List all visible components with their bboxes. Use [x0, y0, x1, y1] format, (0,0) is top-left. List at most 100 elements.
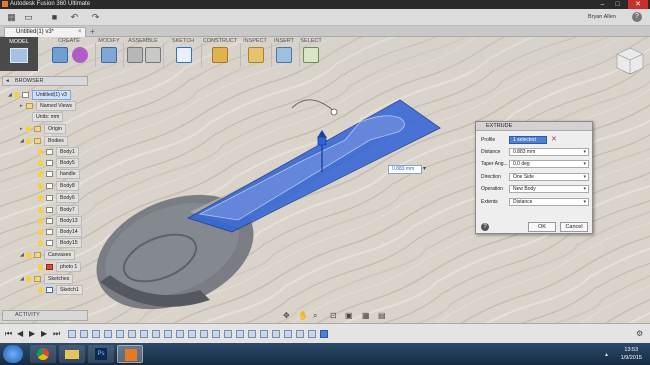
measure-icon[interactable] [248, 47, 264, 63]
tree-item-root[interactable]: ◢ Untitled(1) v3 [8, 90, 71, 100]
file-explorer-icon[interactable] [59, 345, 85, 363]
tree-item-body[interactable]: Body1 [38, 147, 79, 157]
taper-angle-field[interactable]: 0.0 deg ▾ [509, 160, 589, 168]
timeline-feature[interactable] [212, 330, 220, 338]
box-icon[interactable] [52, 47, 68, 63]
grid-menu-icon[interactable]: ▦ [6, 12, 17, 23]
toolbar-group-construct[interactable]: CONSTRUCT [202, 37, 238, 71]
new-component-icon[interactable] [127, 47, 143, 63]
start-button-icon[interactable] [3, 345, 23, 363]
new-tab-icon[interactable]: + [90, 27, 95, 36]
collapse-icon[interactable]: ◂ [6, 77, 9, 85]
display-settings-icon[interactable]: ▣ [345, 311, 353, 320]
extents-select[interactable]: Distance ▾ [509, 198, 589, 206]
lightbulb-icon[interactable] [38, 207, 43, 213]
press-pull-icon[interactable] [101, 47, 117, 63]
lightbulb-icon[interactable] [26, 252, 31, 258]
tree-item-photo[interactable]: photo 1 [38, 262, 82, 272]
grid-settings-icon[interactable]: ▦ [362, 311, 370, 320]
tree-item-named-views[interactable]: ▸ Named Views [20, 101, 76, 111]
timeline-feature[interactable] [236, 330, 244, 338]
tree-item-body[interactable]: Body5 [38, 158, 79, 168]
lightbulb-icon[interactable] [38, 183, 43, 189]
lightbulb-icon[interactable] [38, 160, 43, 166]
folder-open-icon[interactable]: ▭ [23, 12, 34, 23]
tree-item-body[interactable]: handle [38, 169, 80, 179]
cancel-button[interactable]: Cancel [560, 222, 588, 232]
tree-item-body[interactable]: Body14 [38, 227, 82, 237]
tree-item-origin[interactable]: ▸ Origin [20, 124, 66, 134]
tree-item-sketch1[interactable]: Sketch1 [38, 285, 83, 295]
tree-item-body[interactable]: Body7 [38, 205, 79, 215]
timeline-feature[interactable] [272, 330, 280, 338]
timeline-feature[interactable] [152, 330, 160, 338]
profile-selection-button[interactable]: 1 selected [509, 136, 547, 144]
dropdown-icon[interactable]: ▾ [583, 161, 586, 167]
help-icon[interactable]: ? [632, 12, 642, 22]
lightbulb-icon[interactable] [38, 218, 43, 224]
zoom-icon[interactable]: ⌕ [313, 311, 317, 321]
timeline-feature[interactable] [200, 330, 208, 338]
timeline-feature[interactable] [80, 330, 88, 338]
timeline-feature[interactable] [92, 330, 100, 338]
lightbulb-icon[interactable] [14, 92, 19, 98]
distance-input[interactable]: 0.883 mm [388, 165, 422, 174]
tab-close-icon[interactable]: × [78, 28, 82, 37]
ok-button[interactable]: OK [528, 222, 556, 232]
timeline-feature[interactable] [140, 330, 148, 338]
timeline-feature[interactable] [296, 330, 304, 338]
select-icon[interactable] [303, 47, 319, 63]
lightbulb-icon[interactable] [38, 229, 43, 235]
timeline-feature[interactable] [116, 330, 124, 338]
step-forward-icon[interactable]: ▶ [41, 329, 47, 338]
undo-icon[interactable]: ↶ [69, 12, 80, 23]
dropdown-icon[interactable]: ▾ [583, 199, 586, 205]
extrude-dialog-header[interactable]: EXTRUDE [476, 122, 592, 131]
lightbulb-icon[interactable] [38, 240, 43, 246]
sketch-icon[interactable] [176, 47, 192, 63]
timeline-feature[interactable] [104, 330, 112, 338]
timeline-feature-active[interactable] [320, 330, 328, 338]
toolbar-group-insert[interactable]: INSERT [270, 37, 298, 71]
tree-item-body[interactable]: Body8 [38, 181, 79, 191]
tree-item-body[interactable]: Body6 [38, 193, 79, 203]
tree-item-bodies[interactable]: ◢ Bodies [20, 136, 68, 146]
offset-plane-icon[interactable] [212, 47, 228, 63]
redo-icon[interactable]: ↷ [90, 12, 101, 23]
dropdown-icon[interactable]: ▾ [583, 149, 586, 155]
operation-select[interactable]: New Body ▾ [509, 185, 589, 193]
rewind-to-start-icon[interactable]: ⏮ [5, 329, 12, 339]
photoshop-icon[interactable]: Ps [88, 345, 114, 363]
toolbar-group-modify[interactable]: MODIFY [96, 37, 122, 71]
orbit-icon[interactable]: ✥ [283, 311, 290, 320]
fusion-360-taskbar-icon[interactable] [117, 345, 143, 363]
lightbulb-icon[interactable] [38, 149, 43, 155]
lightbulb-icon[interactable] [38, 195, 43, 201]
document-tab[interactable]: Untitled(1) v3* × [4, 27, 86, 37]
distance-dropdown-icon[interactable]: ▾ [423, 165, 426, 172]
lightbulb-icon[interactable] [38, 171, 43, 177]
user-name[interactable]: Bryan Allen [588, 14, 616, 20]
toolbar-group-create[interactable]: CREATE [44, 37, 94, 71]
timeline-feature[interactable] [224, 330, 232, 338]
step-back-icon[interactable]: ◀ [17, 329, 23, 338]
lightbulb-icon[interactable] [26, 138, 31, 144]
workspace-model-button[interactable]: MODEL [0, 37, 38, 71]
timeline-feature[interactable] [68, 330, 76, 338]
timeline-feature[interactable] [308, 330, 316, 338]
timeline-settings-icon[interactable]: ⚙ [636, 329, 643, 338]
tree-item-body[interactable]: Body13 [38, 216, 82, 226]
save-icon[interactable]: ■ [49, 12, 60, 23]
minimize-button[interactable]: – [595, 0, 610, 9]
dialog-help-icon[interactable]: ? [481, 223, 489, 231]
activity-panel-header[interactable]: ACTIVITY [2, 310, 88, 321]
maximize-button[interactable]: □ [610, 0, 625, 9]
fit-icon[interactable]: ⊡ [330, 311, 337, 320]
timeline-feature[interactable] [248, 330, 256, 338]
joint-icon[interactable] [145, 47, 161, 63]
toolbar-group-sketch[interactable]: SKETCH [168, 37, 198, 71]
pan-icon[interactable]: ✋ [298, 311, 308, 320]
lightbulb-icon[interactable] [26, 126, 31, 132]
dropdown-icon[interactable]: ▾ [583, 174, 586, 180]
viewports-icon[interactable]: ▤ [378, 311, 386, 320]
